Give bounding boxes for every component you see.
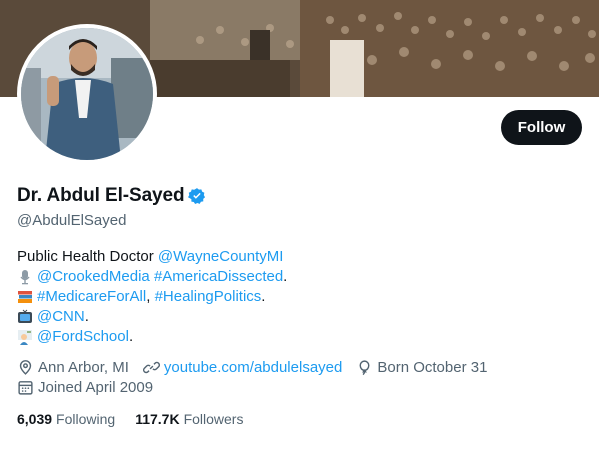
joined-text: Joined April 2009	[38, 378, 154, 396]
bio-line-2: @CrookedMedia #AmericaDissected .	[17, 267, 287, 287]
profile-name-row: Dr. Abdul El-Sayed	[17, 185, 206, 207]
profile-bio: Public Health Doctor @WayneCountyMI @Cro…	[17, 247, 287, 347]
bio-line-5: @FordSchool .	[17, 327, 287, 347]
verified-badge-icon	[188, 187, 206, 205]
books-emoji	[17, 289, 33, 305]
calendar-icon	[17, 379, 34, 396]
location-text: Ann Arbor, MI	[38, 358, 129, 376]
following-label: Following	[56, 411, 116, 427]
bio-separator: ,	[146, 288, 155, 305]
location-item: Ann Arbor, MI	[17, 359, 129, 376]
display-name: Dr. Abdul El-Sayed	[17, 185, 185, 206]
bio-line-4: @CNN .	[17, 307, 287, 327]
bio-punctuation: .	[283, 268, 288, 285]
profile-handle: @AbdulElSayed	[17, 212, 127, 229]
birthday-item: Born October 31	[356, 359, 487, 376]
website-item[interactable]: youtube.com/abdulelsayed	[142, 359, 342, 376]
hashtag-link-healingpolitics[interactable]: #HealingPolitics	[155, 287, 262, 307]
follow-button[interactable]: Follow	[501, 110, 582, 145]
following-count: 6,039	[17, 411, 53, 427]
profile-meta: Ann Arbor, MI youtube.com/abdulelsayed B…	[17, 357, 501, 397]
bio-line-1: Public Health Doctor @WayneCountyMI	[17, 247, 287, 267]
profile-avatar[interactable]	[17, 24, 157, 164]
mention-link-crookedmedia[interactable]: @CrookedMedia	[37, 267, 150, 287]
followers-label: Followers	[183, 411, 244, 427]
microphone-emoji	[17, 269, 33, 285]
mention-link-cnn[interactable]: @CNN	[37, 307, 85, 327]
bio-line-3: #MedicareForAll , #HealingPolitics .	[17, 287, 287, 307]
following-stat[interactable]: 6,039 Following	[17, 411, 115, 427]
balloon-icon	[356, 359, 373, 376]
followers-count: 117.7K	[135, 411, 180, 427]
bio-punctuation: .	[261, 288, 266, 305]
birthday-text: Born October 31	[377, 358, 488, 376]
mention-link-fordschool[interactable]: @FordSchool	[37, 327, 129, 347]
television-emoji	[17, 309, 33, 325]
teacher-emoji	[17, 329, 33, 345]
bio-text: Public Health Doctor	[17, 248, 158, 265]
link-icon	[142, 359, 160, 376]
website-link[interactable]: youtube.com/abdulelsayed	[164, 359, 342, 376]
meta-row-1: Ann Arbor, MI youtube.com/abdulelsayed B…	[17, 357, 501, 377]
profile-stats: 6,039 Following 117.7K Followers	[17, 411, 263, 427]
hashtag-link-americadissected[interactable]: #AmericaDissected	[154, 267, 283, 287]
location-pin-icon	[17, 359, 34, 376]
joined-item: Joined April 2009	[17, 379, 153, 396]
bio-punctuation: .	[128, 328, 134, 345]
bio-punctuation: .	[84, 308, 89, 325]
mention-link-waynecountymi[interactable]: @WayneCountyMI	[158, 247, 284, 267]
hashtag-link-medicareforall[interactable]: #MedicareForAll	[37, 287, 146, 307]
meta-row-2: Joined April 2009	[17, 377, 501, 397]
followers-stat[interactable]: 117.7K Followers	[135, 411, 243, 427]
